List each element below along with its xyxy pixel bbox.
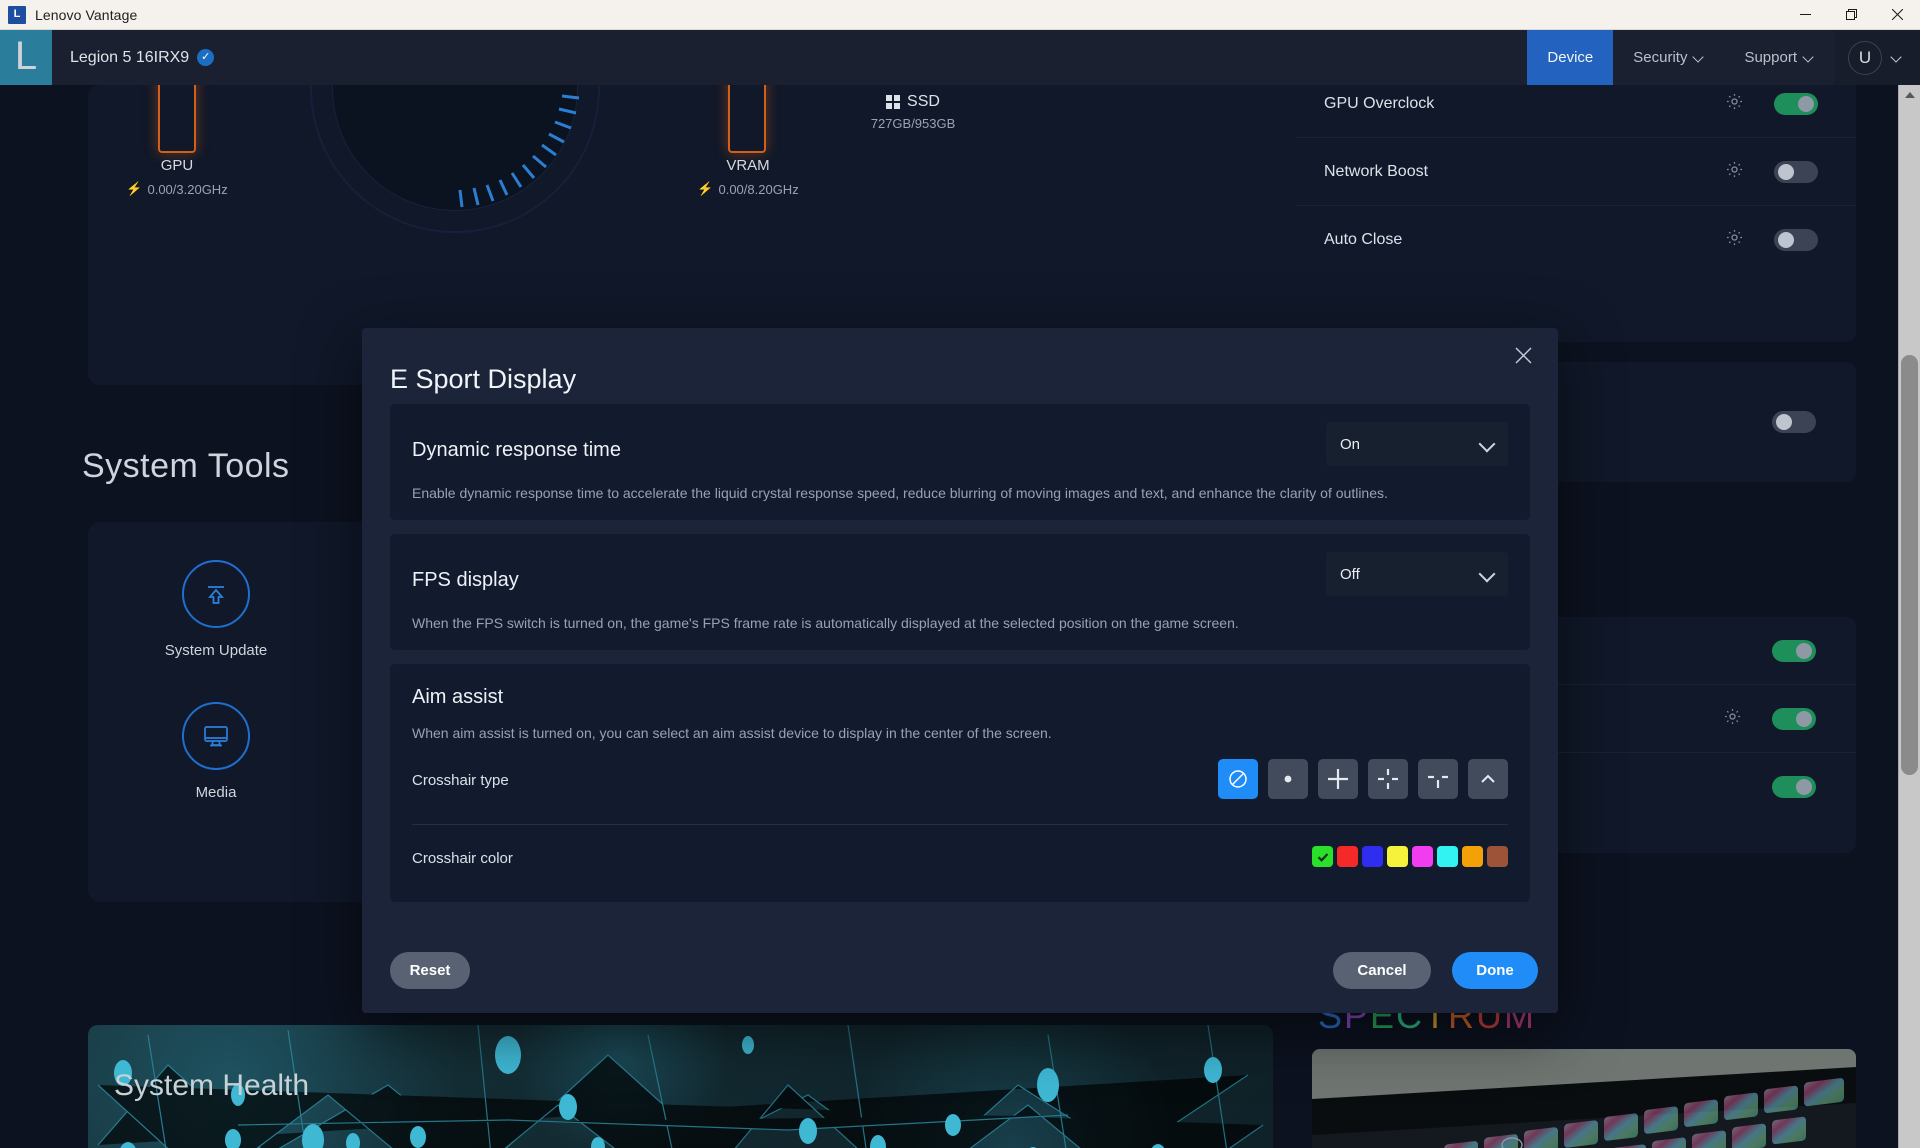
window-controls [1782, 0, 1920, 30]
color-swatch-orange[interactable] [1462, 846, 1483, 867]
chevron-down-icon [1892, 52, 1902, 62]
section-dynamic-response-time: Dynamic response time On Enable dynamic … [390, 404, 1530, 520]
user-menu[interactable]: U [1834, 30, 1920, 85]
crosshair-dot-icon[interactable] [1268, 759, 1308, 799]
nav-item-device[interactable]: Device [1527, 30, 1614, 85]
nav-item-security[interactable]: Security [1613, 30, 1724, 85]
chevron-down-icon [1694, 52, 1704, 62]
modal-backdrop: E Sport Display Dynamic response time On… [0, 85, 1920, 1148]
color-swatch-brown[interactable] [1487, 846, 1508, 867]
color-swatch-cyan[interactable] [1437, 846, 1458, 867]
device-name-label: Legion 5 16IRX9 [70, 48, 190, 66]
close-icon[interactable] [1510, 342, 1536, 368]
scrollbar-thumb[interactable] [1901, 355, 1918, 775]
restore-icon[interactable] [1828, 0, 1874, 30]
nav-item-support[interactable]: Support [1724, 30, 1834, 85]
lenovo-icon: L [8, 5, 26, 24]
page-content: GPU ⚡ 0.00/3.20GHz VRAM ⚡ 0.00/8.20GHz S… [0, 85, 1920, 1148]
close-icon[interactable] [1874, 0, 1920, 30]
reset-button[interactable]: Reset [390, 952, 470, 989]
scroll-up-icon[interactable] [1899, 85, 1920, 105]
window-title: Lenovo Vantage [35, 6, 138, 23]
window-titlebar: L Lenovo Vantage [0, 0, 1920, 30]
select-value: Off [1340, 565, 1360, 583]
crosshair-none-icon[interactable] [1218, 759, 1258, 799]
section-description: When the FPS switch is turned on, the ga… [412, 615, 1239, 631]
crosshair-plus-icon[interactable] [1318, 759, 1358, 799]
color-swatch-blue[interactable] [1362, 846, 1383, 867]
device-name: Legion 5 16IRX9 ✓ [70, 48, 215, 67]
crosshair-t-cross-icon[interactable] [1418, 759, 1458, 799]
avatar: U [1848, 40, 1882, 75]
chevron-down-icon [1480, 437, 1494, 451]
crosshair-gap-cross-icon[interactable] [1368, 759, 1408, 799]
color-swatch-yellow[interactable] [1387, 846, 1408, 867]
chevron-down-icon [1804, 52, 1814, 62]
dialog-title: E Sport Display [390, 364, 577, 394]
done-button[interactable]: Done [1452, 952, 1538, 989]
color-swatch-green[interactable] [1312, 846, 1333, 867]
main-nav: Device Security Support U [1527, 30, 1920, 85]
section-description: When aim assist is turned on, you can se… [412, 725, 1052, 741]
crosshair-color-label: Crosshair color [412, 850, 513, 867]
select-value: On [1340, 435, 1361, 453]
section-description: Enable dynamic response time to accelera… [412, 485, 1388, 501]
esport-display-dialog: E Sport Display Dynamic response time On… [362, 328, 1558, 1013]
color-swatch-magenta[interactable] [1412, 846, 1433, 867]
cancel-button[interactable]: Cancel [1333, 952, 1431, 989]
dynamic-response-time-select[interactable]: On [1326, 422, 1508, 466]
minimize-icon[interactable] [1782, 0, 1828, 30]
color-swatch-red[interactable] [1337, 846, 1358, 867]
crosshair-type-label: Crosshair type [412, 772, 509, 789]
verified-badge-icon: ✓ [197, 49, 215, 66]
app-header: L Legion 5 16IRX9 ✓ Device Security Supp… [0, 30, 1920, 85]
section-fps-display: FPS display Off When the FPS switch is t… [390, 534, 1530, 650]
divider [412, 824, 1508, 825]
section-title: FPS display [412, 569, 519, 591]
fps-display-select[interactable]: Off [1326, 552, 1508, 596]
crosshair-color-list [1312, 846, 1508, 867]
window-scrollbar[interactable] [1898, 85, 1920, 1148]
section-aim-assist: Aim assist When aim assist is turned on,… [390, 664, 1530, 902]
section-title: Dynamic response time [412, 439, 621, 461]
lenovo-logo: L [0, 30, 52, 85]
section-title: Aim assist [412, 686, 504, 708]
crosshair-chevron-up-icon[interactable] [1468, 759, 1508, 799]
crosshair-type-list [1218, 759, 1508, 799]
chevron-down-icon [1480, 567, 1494, 581]
